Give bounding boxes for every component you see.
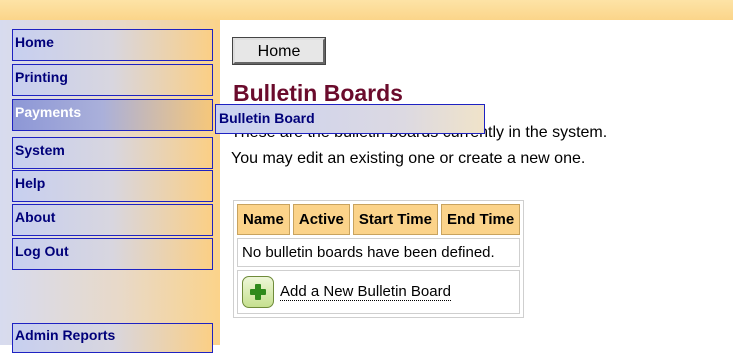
nav-item-label: Home xyxy=(15,34,54,50)
table-row: Add a New Bulletin Board xyxy=(237,270,521,314)
nav-item-help[interactable]: Help xyxy=(12,170,213,202)
bulletin-board-table: Name Active Start Time End Time No bulle… xyxy=(233,200,525,318)
table-header-row: Name Active Start Time End Time xyxy=(237,204,521,235)
nav-item-logout[interactable]: Log Out xyxy=(12,238,213,270)
nav-item-label: System xyxy=(15,142,65,158)
add-bulletin-board-cell: Add a New Bulletin Board xyxy=(237,270,521,314)
nav-item-admin-reports[interactable]: Admin Reports xyxy=(12,323,213,353)
nav-item-label: Help xyxy=(15,175,46,191)
nav-item-payments[interactable]: Payments xyxy=(12,99,213,131)
empty-message: No bulletin boards have been defined. xyxy=(237,238,521,267)
nav-item-label: Payments xyxy=(15,104,82,120)
column-header-start-time[interactable]: Start Time xyxy=(352,204,438,235)
nav-item-label: Admin Reports xyxy=(15,327,116,343)
nav-item-printing[interactable]: Printing xyxy=(12,64,213,96)
table-row: No bulletin boards have been defined. xyxy=(237,238,521,267)
add-bulletin-board-link[interactable]: Add a New Bulletin Board xyxy=(280,283,451,301)
nav-item-label: Printing xyxy=(15,69,68,85)
nav-item-label: Log Out xyxy=(15,243,69,259)
plus-icon[interactable] xyxy=(242,276,274,308)
nav-item-label: About xyxy=(15,209,56,225)
nav-item-system[interactable]: System xyxy=(12,137,213,169)
page-title: Bulletin Boards xyxy=(233,80,403,106)
column-header-name[interactable]: Name xyxy=(237,204,290,235)
nav-item-home[interactable]: Home xyxy=(12,29,213,61)
column-header-end-time[interactable]: End Time xyxy=(440,204,521,235)
nav-item-about[interactable]: About xyxy=(12,204,213,236)
top-banner xyxy=(0,0,733,20)
flyout-item-label: Bulletin Board xyxy=(219,110,315,126)
column-header-active[interactable]: Active xyxy=(292,204,350,235)
flyout-menu-item-bulletin-board[interactable]: Bulletin Board xyxy=(215,104,485,134)
home-button[interactable]: Home xyxy=(232,37,326,65)
intro-line-2: You may edit an existing one or create a… xyxy=(231,150,586,167)
